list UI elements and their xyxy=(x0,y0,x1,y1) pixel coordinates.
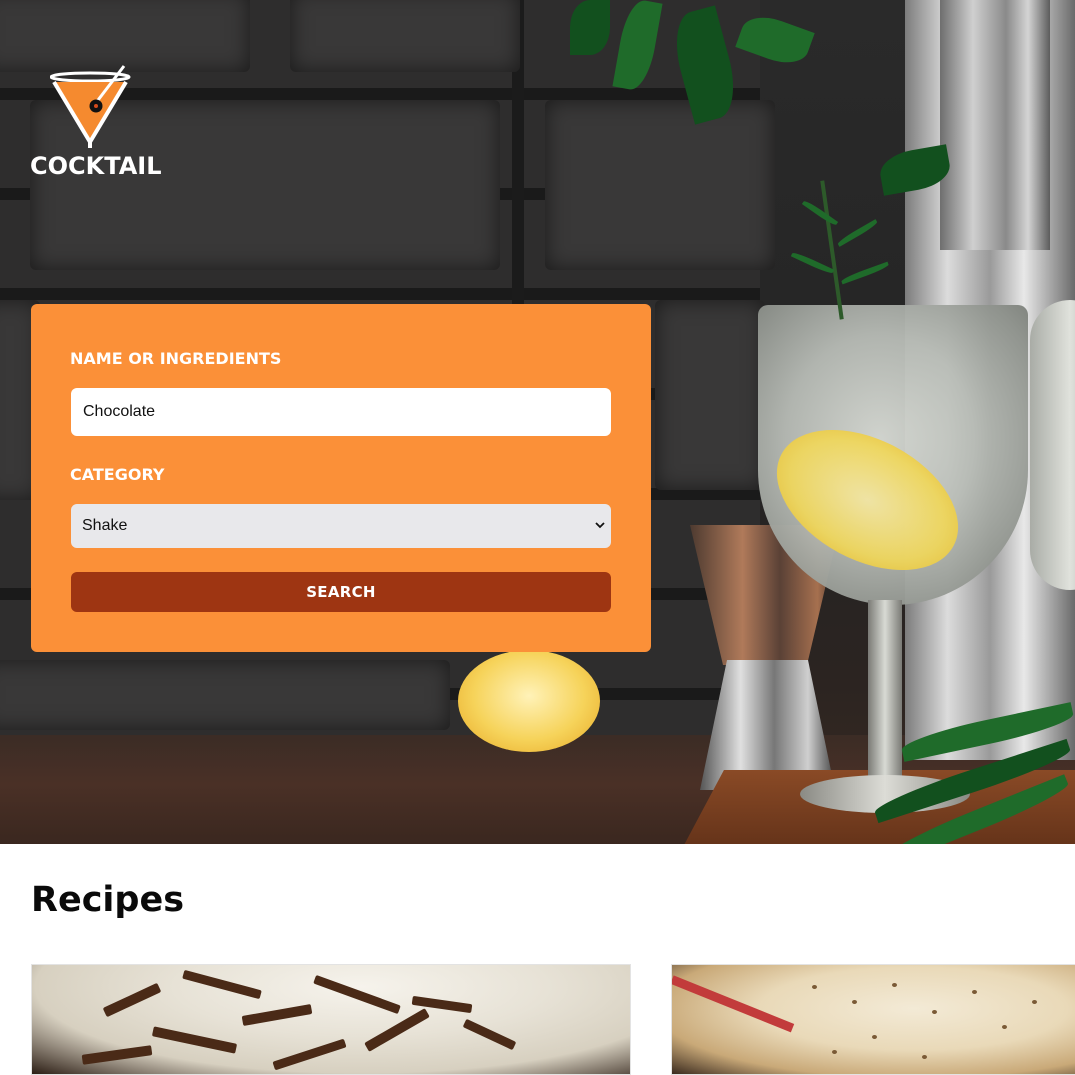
recipe-card[interactable] xyxy=(671,964,1075,1075)
logo[interactable]: COCKTAIL xyxy=(28,64,162,182)
lemon-half xyxy=(458,650,600,752)
logo-wordmark: COCKTAIL xyxy=(30,152,162,180)
category-select[interactable]: Shake xyxy=(71,504,611,548)
rosemary-sprig xyxy=(820,180,844,320)
recipe-card[interactable] xyxy=(31,964,631,1075)
martini-glass-icon xyxy=(50,65,131,148)
name-or-ingredients-label: NAME OR INGREDIENTS xyxy=(70,349,282,368)
category-selected-value: Shake xyxy=(82,517,128,534)
recipes-heading: Recipes xyxy=(31,880,185,920)
plant-leaves xyxy=(570,0,610,55)
category-label: CATEGORY xyxy=(70,465,165,484)
name-search-input[interactable] xyxy=(71,388,611,436)
search-button[interactable]: SEARCH xyxy=(71,572,611,612)
search-panel: NAME OR INGREDIENTS CATEGORY Shake SEARC… xyxy=(31,304,651,652)
cream-shake-image xyxy=(672,965,1075,1074)
chevron-down-icon xyxy=(595,522,605,529)
chocolate-shake-image xyxy=(32,965,630,1074)
